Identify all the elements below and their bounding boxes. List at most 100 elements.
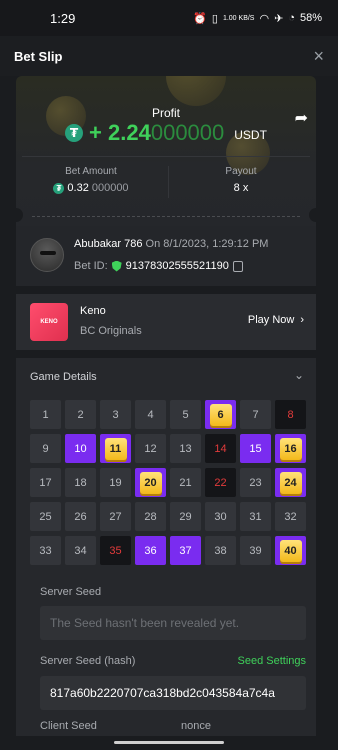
battery-icon: ◔ bbox=[288, 12, 295, 24]
server-seed-field: The Seed hasn't been revealed yet. bbox=[40, 606, 306, 640]
keno-cell: 28 bbox=[135, 502, 166, 531]
username[interactable]: Abubakar 786 bbox=[74, 238, 143, 250]
status-time: 1:29 bbox=[50, 10, 76, 26]
play-now-button[interactable]: Play Now › bbox=[248, 314, 304, 326]
keno-cell: 26 bbox=[65, 502, 96, 531]
keno-cell: 18 bbox=[65, 468, 96, 497]
divider bbox=[22, 156, 310, 157]
keno-thumbnail[interactable]: KENO bbox=[30, 303, 68, 341]
keno-cell: 36 bbox=[135, 536, 166, 565]
tether-icon: ₮ bbox=[65, 124, 84, 142]
keno-cell: 34 bbox=[65, 536, 96, 565]
keno-cell: 2 bbox=[65, 400, 96, 429]
keno-cell: 14 bbox=[205, 434, 236, 463]
keno-cell: 38 bbox=[205, 536, 236, 565]
keno-cell: 32 bbox=[275, 502, 306, 531]
keno-cell: 10 bbox=[65, 434, 96, 463]
keno-hit-tile: 20 bbox=[139, 471, 162, 494]
game-provider: BC Originals bbox=[80, 325, 142, 337]
profit-label: Profit bbox=[151, 106, 180, 120]
status-icons: ⏰ ▯ 1.00 KB/S ◠ ✈ ◔ 58% bbox=[193, 12, 322, 25]
payout-value: 8 x bbox=[233, 182, 249, 194]
keno-cell: 22 bbox=[205, 468, 236, 497]
profit-card: Profit ₮ + 2.24000000 USDT ➦ Bet Amount … bbox=[16, 76, 316, 226]
keno-hit-tile: 11 bbox=[104, 437, 127, 460]
bet-slip-header: Bet Slip × bbox=[0, 36, 338, 76]
keno-cell: 1 bbox=[30, 400, 61, 429]
keno-cell: 27 bbox=[100, 502, 131, 531]
keno-cell: 40 bbox=[275, 536, 306, 565]
keno-cell: 19 bbox=[100, 468, 131, 497]
tether-icon: ₮ bbox=[53, 182, 65, 194]
keno-cell: 39 bbox=[240, 536, 271, 565]
vibrate-icon: ▯ bbox=[211, 12, 218, 25]
keno-cell: 24 bbox=[275, 468, 306, 497]
chevron-down-icon[interactable]: ⌄ bbox=[294, 368, 304, 382]
avatar[interactable] bbox=[30, 238, 64, 272]
bet-id-label: Bet ID: bbox=[74, 260, 108, 272]
payout: Payout 8 x bbox=[166, 166, 316, 194]
keno-cell: 29 bbox=[170, 502, 201, 531]
home-gesture-bar[interactable] bbox=[114, 741, 224, 744]
airplane-icon: ✈ bbox=[274, 12, 284, 25]
keno-cell: 31 bbox=[240, 502, 271, 531]
keno-cell: 16 bbox=[275, 434, 306, 463]
keno-cell: 7 bbox=[240, 400, 271, 429]
shield-icon bbox=[111, 260, 122, 272]
payout-label: Payout bbox=[225, 166, 257, 177]
keno-cell: 33 bbox=[30, 536, 61, 565]
game-name: Keno bbox=[80, 305, 106, 317]
system-nav-bar bbox=[0, 736, 338, 750]
profit-amount: + 2.24000000 bbox=[89, 120, 225, 145]
bet-id-row: Bet ID: 91378302555521190 bbox=[74, 260, 243, 272]
keno-cell: 21 bbox=[170, 468, 201, 497]
page-title: Bet Slip bbox=[14, 48, 63, 64]
chevron-right-icon: › bbox=[300, 314, 304, 326]
keno-cell: 6 bbox=[205, 400, 236, 429]
keno-cell: 20 bbox=[135, 468, 166, 497]
keno-hit-tile: 6 bbox=[209, 403, 232, 426]
seed-settings-link[interactable]: Seed Settings bbox=[238, 655, 307, 667]
currency-label: USDT bbox=[234, 128, 267, 142]
nonce-label: nonce bbox=[181, 720, 211, 732]
bet-amount-value: ₮ 0.32 000000 bbox=[16, 182, 166, 194]
keno-cell: 23 bbox=[240, 468, 271, 497]
keno-grid: 1 2 3 4 5 6 7 8 9 10 11 12 13 14 15 16 17 18 19 20 21 22 23 24 2… bbox=[30, 400, 306, 565]
bet-time: On 8/1/2023, 1:29:12 PM bbox=[142, 238, 269, 250]
keno-cell: 11 bbox=[100, 434, 131, 463]
keno-cell: 5 bbox=[170, 400, 201, 429]
coin-decoration bbox=[166, 76, 226, 106]
user-line: Abubakar 786 On 8/1/2023, 1:29:12 PM bbox=[74, 238, 268, 250]
keno-hit-tile: 16 bbox=[279, 437, 302, 460]
game-details-title: Game Details bbox=[30, 371, 97, 383]
wifi-icon: ◠ bbox=[259, 12, 270, 25]
keno-cell: 3 bbox=[100, 400, 131, 429]
net-speed: 1.00 KB/S bbox=[222, 14, 255, 22]
close-icon[interactable]: × bbox=[313, 46, 324, 67]
user-card: Abubakar 786 On 8/1/2023, 1:29:12 PM Bet… bbox=[16, 226, 316, 286]
server-hash-field[interactable]: 817a60b2220707ca318bd2c043584a7c4a bbox=[40, 676, 306, 710]
ticket-notch bbox=[309, 208, 316, 222]
keno-cell: 15 bbox=[240, 434, 271, 463]
profit-value: ₮ + 2.24000000 USDT bbox=[16, 120, 316, 146]
keno-cell: 30 bbox=[205, 502, 236, 531]
server-hash-label: Server Seed (hash) bbox=[40, 655, 136, 667]
keno-cell: 37 bbox=[170, 536, 201, 565]
client-seed-label: Client Seed bbox=[40, 720, 97, 732]
dashed-divider bbox=[32, 216, 300, 217]
bet-slip-content[interactable]: Profit ₮ + 2.24000000 USDT ➦ Bet Amount … bbox=[0, 76, 338, 750]
keno-cell: 4 bbox=[135, 400, 166, 429]
battery-level: 58% bbox=[299, 12, 322, 24]
bet-amount-label: Bet Amount bbox=[65, 166, 117, 177]
keno-cell: 25 bbox=[30, 502, 61, 531]
keno-cell: 9 bbox=[30, 434, 61, 463]
keno-cell: 17 bbox=[30, 468, 61, 497]
bet-amount: Bet Amount ₮ 0.32 000000 bbox=[16, 166, 166, 194]
bet-id-value: 91378302555521190 bbox=[125, 260, 229, 272]
ticket-notch bbox=[16, 208, 23, 222]
share-icon[interactable]: ➦ bbox=[295, 108, 308, 128]
keno-cell: 8 bbox=[275, 400, 306, 429]
keno-cell: 13 bbox=[170, 434, 201, 463]
status-bar: 1:29 ⏰ ▯ 1.00 KB/S ◠ ✈ ◔ 58% bbox=[0, 0, 338, 36]
copy-icon[interactable] bbox=[232, 260, 243, 272]
